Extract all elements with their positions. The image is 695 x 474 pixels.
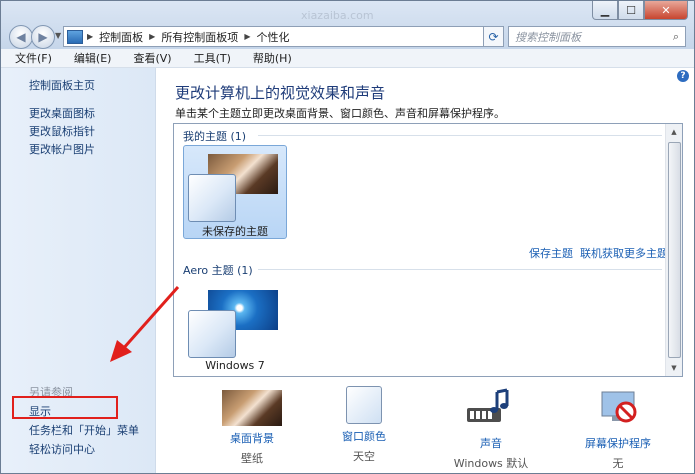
quick-screensaver[interactable]: 屏幕保护程序 无 <box>563 386 673 471</box>
sidebar-link-home[interactable]: 控制面板主页 <box>29 77 95 93</box>
forward-button[interactable]: ▶ <box>31 25 55 49</box>
title-bar[interactable]: xiazaiba.com ▁ ☐ ✕ ◀ ▶ ▼ ▶ 控制面板 ▶ 所有控制面板… <box>1 1 694 49</box>
quick-desktop-background[interactable]: 桌面背景 壁纸 <box>197 386 307 466</box>
scroll-down-icon[interactable]: ▼ <box>666 360 682 376</box>
theme-tile-windows7[interactable]: Windows 7 <box>183 279 287 373</box>
breadcrumb-separator-icon[interactable]: ▶ <box>87 32 93 41</box>
recent-pages-dropdown[interactable]: ▼ <box>55 31 61 40</box>
sound-notes-icon <box>467 388 509 422</box>
menu-edit[interactable]: 编辑(E) <box>62 50 122 66</box>
sidebar-link-mouse-pointers[interactable]: 更改鼠标指针 <box>29 123 95 139</box>
menu-help[interactable]: 帮助(H) <box>241 50 302 66</box>
search-icon[interactable]: ⌕ <box>667 30 685 44</box>
main-content: ? 更改计算机上的视觉效果和声音 单击某个主题立即更改桌面背景、窗口颜色、声音和… <box>156 68 694 473</box>
back-button[interactable]: ◀ <box>9 25 33 49</box>
wallpaper-thumbnail-icon <box>222 390 282 426</box>
quick-sub: 天空 <box>353 450 375 463</box>
breadcrumb-separator-icon[interactable]: ▶ <box>149 32 155 41</box>
window-color-icon <box>346 386 382 424</box>
forward-arrow-icon: ▶ <box>38 30 48 44</box>
scrollbar-thumb[interactable] <box>668 142 681 358</box>
screensaver-icon <box>601 391 637 423</box>
menu-tools[interactable]: 工具(T) <box>182 50 241 66</box>
refresh-icon: ⟳ <box>488 29 499 44</box>
window-glass-preview-icon <box>188 174 236 222</box>
group-divider <box>258 269 662 270</box>
theme-list-scrollbar[interactable]: ▲ ▼ <box>665 124 682 376</box>
aero-themes-label: Aero 主题 (1) <box>183 264 253 277</box>
quick-label[interactable]: 桌面背景 <box>197 430 307 446</box>
close-button[interactable]: ✕ <box>644 1 688 20</box>
breadcrumb-all-items[interactable]: 所有控制面板项 <box>161 29 238 45</box>
sidebar-link-desktop-icons[interactable]: 更改桌面图标 <box>29 105 95 121</box>
page-title: 更改计算机上的视觉效果和声音 <box>175 84 386 102</box>
quick-sub: 无 <box>612 457 624 470</box>
page-description: 单击某个主题立即更改桌面背景、窗口颜色、声音和屏幕保护程序。 <box>175 107 505 120</box>
back-arrow-icon: ◀ <box>16 30 26 44</box>
sidebar-link-account-picture[interactable]: 更改帐户图片 <box>29 141 95 157</box>
sidebar-link-ease-of-access[interactable]: 轻松访问中心 <box>29 441 95 457</box>
address-bar[interactable]: ▶ 控制面板 ▶ 所有控制面板项 ▶ 个性化 ▼ <box>63 26 503 47</box>
save-theme-link[interactable]: 保存主题 <box>529 245 573 261</box>
group-divider <box>258 135 662 136</box>
annotation-highlight-box <box>12 396 118 419</box>
maximize-button[interactable]: ☐ <box>618 1 644 20</box>
breadcrumb-personalization[interactable]: 个性化 <box>256 29 289 45</box>
minimize-icon: ▁ <box>600 3 610 17</box>
quick-label[interactable]: 窗口颜色 <box>309 428 419 444</box>
close-icon: ✕ <box>661 3 671 17</box>
menu-file[interactable]: 文件(F) <box>1 50 62 66</box>
help-icon[interactable]: ? <box>677 70 689 82</box>
search-placeholder[interactable]: 搜索控制面板 <box>509 29 667 45</box>
quick-label[interactable]: 屏幕保护程序 <box>563 435 673 451</box>
menu-view[interactable]: 查看(V) <box>121 50 181 66</box>
breadcrumb-separator-icon[interactable]: ▶ <box>244 32 250 41</box>
theme-tile-label: 未保存的主题 <box>202 225 268 238</box>
quick-sub: 壁纸 <box>241 452 263 465</box>
theme-list: 我的主题 (1) 未保存的主题 保存主题 联机获取更多主题 Aero 主题 (1… <box>173 123 683 377</box>
maximize-icon: ☐ <box>626 3 636 17</box>
refresh-button[interactable]: ⟳ <box>483 26 504 47</box>
quick-sub: Windows 默认 <box>453 457 529 470</box>
quick-window-color[interactable]: 窗口颜色 天空 <box>309 386 419 464</box>
theme-tile-unsaved[interactable]: 未保存的主题 <box>183 145 287 239</box>
window-controls: ▁ ☐ ✕ <box>592 1 688 20</box>
theme-tile-label: Windows 7 <box>205 359 265 372</box>
watermark: xiazaiba.com <box>301 9 374 22</box>
menu-bar: 文件(F) 编辑(E) 查看(V) 工具(T) 帮助(H) <box>1 49 694 68</box>
search-box[interactable]: 搜索控制面板 ⌕ <box>508 26 686 47</box>
control-panel-icon <box>67 29 83 44</box>
sidebar-link-taskbar-start-menu[interactable]: 任务栏和「开始」菜单 <box>29 422 139 438</box>
minimize-button[interactable]: ▁ <box>592 1 618 20</box>
get-more-themes-link[interactable]: 联机获取更多主题 <box>580 245 668 261</box>
my-themes-label: 我的主题 (1) <box>183 130 247 143</box>
window-glass-preview-icon <box>188 310 236 358</box>
breadcrumb-control-panel[interactable]: 控制面板 <box>99 29 143 45</box>
quick-label[interactable]: 声音 <box>436 435 546 451</box>
quick-sound[interactable]: 声音 Windows 默认 <box>436 386 546 471</box>
scroll-up-icon[interactable]: ▲ <box>666 124 682 140</box>
